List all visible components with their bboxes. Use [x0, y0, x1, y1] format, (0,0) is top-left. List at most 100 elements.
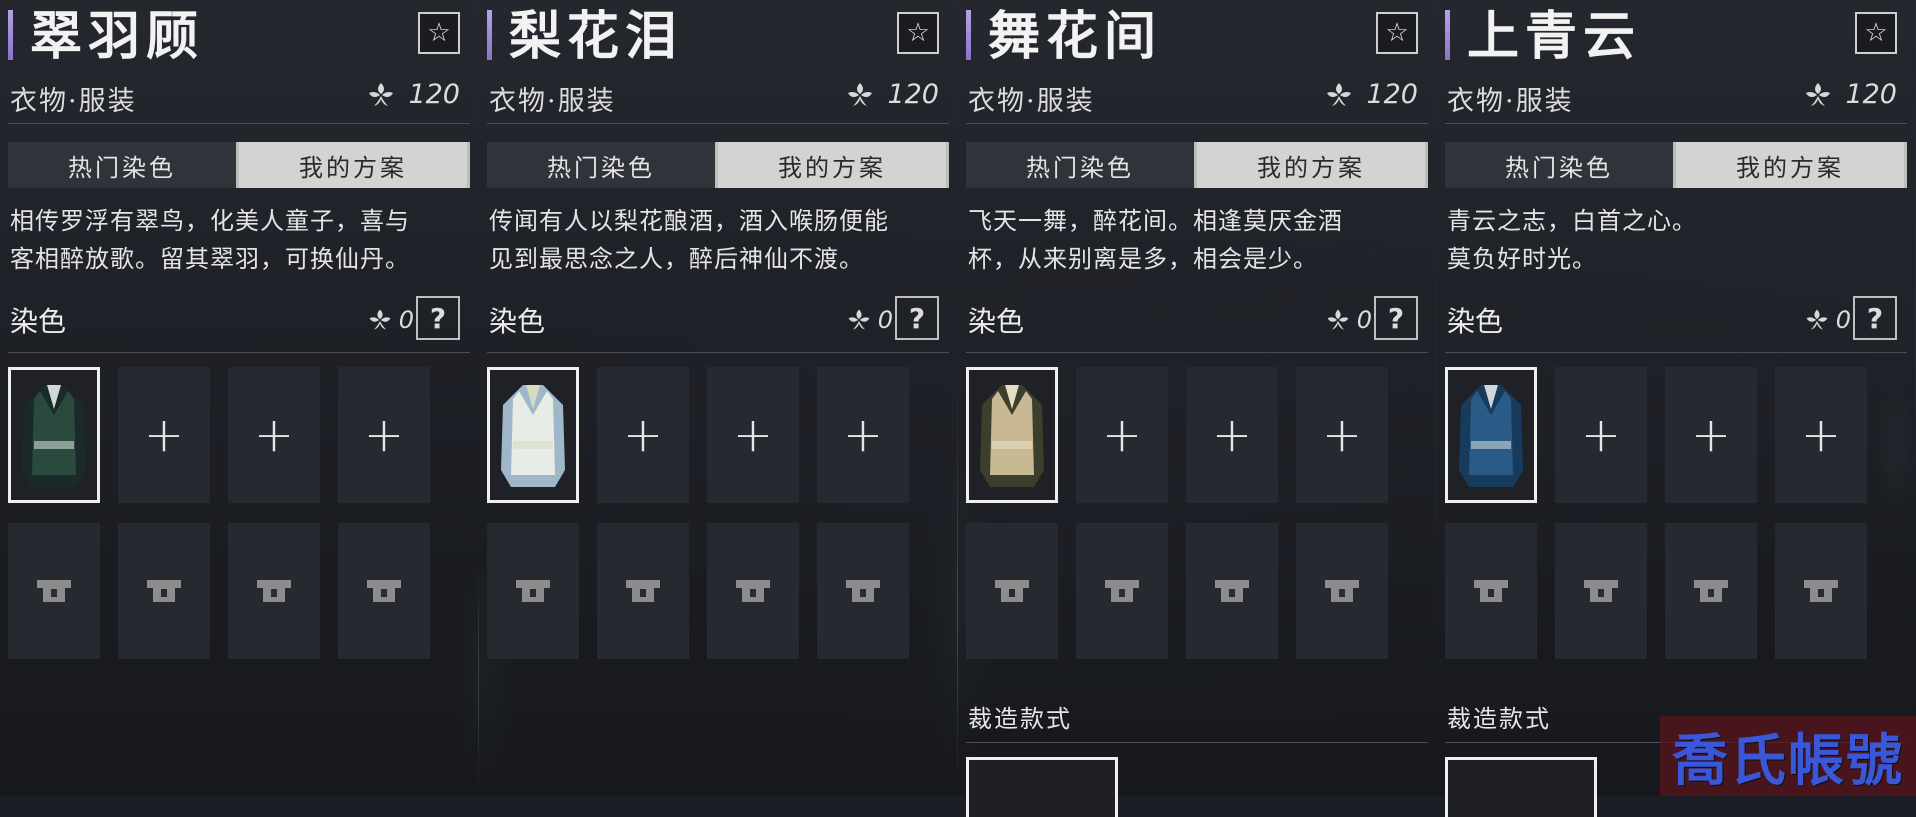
- dye-slot-locked[interactable]: [118, 523, 210, 659]
- favorite-button[interactable]: ☆: [1855, 12, 1897, 54]
- title-accent-bar: [8, 10, 13, 60]
- outfit-category: 衣物·服装: [968, 86, 1095, 117]
- tab-popular-dyes[interactable]: 热门染色: [8, 142, 236, 188]
- outfit-category: 衣物·服装: [489, 86, 616, 117]
- dye-slot-add[interactable]: +: [1665, 367, 1757, 503]
- dye-tabs: 热门染色 我的方案: [1445, 142, 1907, 188]
- dye-slot-current[interactable]: [8, 367, 100, 503]
- lock-icon: [1694, 580, 1728, 602]
- dye-slot-locked[interactable]: [817, 523, 909, 659]
- lock-icon: [1215, 580, 1249, 602]
- outfit-description: 飞天一舞，醉花间。相逢莫厌金酒 杯，从来别离是多，相会是少。: [966, 202, 1428, 292]
- dye-slot-locked[interactable]: [707, 523, 799, 659]
- dye-slot-add[interactable]: +: [1076, 367, 1168, 503]
- title-accent-bar: [1445, 10, 1450, 60]
- help-button[interactable]: ?: [895, 296, 939, 340]
- star-icon: ☆: [1385, 18, 1409, 48]
- dye-slot-locked[interactable]: [1775, 523, 1867, 659]
- dye-slot-locked[interactable]: [338, 523, 430, 659]
- tab-popular-dyes[interactable]: 热门染色: [1445, 142, 1673, 188]
- favorite-button[interactable]: ☆: [418, 12, 460, 54]
- divider: [966, 742, 1428, 743]
- outfit-description: 传闻有人以梨花酿酒，酒入喉肠便能 见到最思念之人，醉后神仙不渡。: [487, 202, 949, 292]
- plus-icon: +: [1211, 407, 1253, 463]
- dye-slot-grid: + + +: [1445, 367, 1907, 659]
- lock-icon: [147, 580, 181, 602]
- outfit-icon: [980, 385, 1044, 487]
- dye-slot-add[interactable]: +: [707, 367, 799, 503]
- dye-section-label: 染色: [489, 305, 546, 338]
- dye-slot-grid: + + +: [966, 367, 1428, 659]
- dye-slot-locked[interactable]: [1555, 523, 1647, 659]
- dye-count: 0: [1804, 306, 1851, 334]
- description-line: 传闻有人以梨花酿酒，酒入喉肠便能: [489, 207, 889, 235]
- dye-slot-locked[interactable]: [597, 523, 689, 659]
- dye-slot-current[interactable]: [1445, 367, 1537, 503]
- dye-slot-current[interactable]: [966, 367, 1058, 503]
- help-button[interactable]: ?: [416, 296, 460, 340]
- plus-icon: +: [1321, 407, 1363, 463]
- lock-icon: [995, 580, 1029, 602]
- dye-count: 0: [846, 306, 893, 334]
- tab-popular-dyes[interactable]: 热门染色: [966, 142, 1194, 188]
- dye-section-label: 染色: [10, 305, 67, 338]
- tab-my-schemes[interactable]: 我的方案: [1673, 142, 1907, 188]
- lock-icon: [1804, 580, 1838, 602]
- leaf-currency-icon: [1327, 82, 1352, 106]
- favorite-button[interactable]: ☆: [897, 12, 939, 54]
- dye-slot-add[interactable]: +: [1775, 367, 1867, 503]
- watermark-text: 喬氏帳號: [1672, 728, 1904, 794]
- dye-slot-locked[interactable]: [1445, 523, 1537, 659]
- dye-slot-add[interactable]: +: [597, 367, 689, 503]
- dye-slot-add[interactable]: +: [1186, 367, 1278, 503]
- watermark: 喬氏帳號: [1660, 716, 1916, 796]
- price: 120: [1324, 79, 1418, 110]
- tailor-style-thumbnail[interactable]: [966, 757, 1118, 817]
- tab-my-schemes[interactable]: 我的方案: [1194, 142, 1428, 188]
- outfit-panel: 舞花间 ☆ 衣物·服装 120 热门染色 我的方案 飞天一舞，醉花间。相逢莫厌金: [958, 0, 1436, 817]
- question-icon: ?: [1387, 301, 1405, 335]
- dye-count-value: 0: [398, 306, 414, 334]
- lock-icon: [1584, 580, 1618, 602]
- lock-icon: [516, 580, 550, 602]
- tab-my-schemes[interactable]: 我的方案: [236, 142, 470, 188]
- tab-my-schemes[interactable]: 我的方案: [715, 142, 949, 188]
- dye-slot-add[interactable]: +: [817, 367, 909, 503]
- lock-icon: [1325, 580, 1359, 602]
- price-value: 120: [1366, 79, 1418, 110]
- dye-slot-add[interactable]: +: [228, 367, 320, 503]
- help-button[interactable]: ?: [1853, 296, 1897, 340]
- description-line: 青云之志，白首之心。: [1447, 207, 1697, 235]
- lock-icon: [367, 580, 401, 602]
- outfit-icon: [501, 385, 565, 487]
- plus-icon: +: [363, 407, 405, 463]
- description-line: 相传罗浮有翠鸟，化美人童子，喜与: [10, 207, 410, 235]
- help-button[interactable]: ?: [1374, 296, 1418, 340]
- dye-slot-locked[interactable]: [1296, 523, 1388, 659]
- dye-slot-locked[interactable]: [966, 523, 1058, 659]
- description-line: 莫负好时光。: [1447, 245, 1597, 273]
- dye-count-value: 0: [877, 306, 893, 334]
- dye-slot-locked[interactable]: [1186, 523, 1278, 659]
- dye-slot-add[interactable]: +: [338, 367, 430, 503]
- outfit-category: 衣物·服装: [10, 86, 137, 117]
- dye-slot-add[interactable]: +: [1296, 367, 1388, 503]
- leaf-currency-icon: [1806, 82, 1831, 106]
- dye-slot-locked[interactable]: [1076, 523, 1168, 659]
- dye-slot-locked[interactable]: [487, 523, 579, 659]
- lock-icon: [626, 580, 660, 602]
- favorite-button[interactable]: ☆: [1376, 12, 1418, 54]
- dye-slot-locked[interactable]: [8, 523, 100, 659]
- leaf-currency-icon: [848, 309, 870, 330]
- dye-slot-current[interactable]: [487, 367, 579, 503]
- dye-slot-add[interactable]: +: [118, 367, 210, 503]
- outfit-panel: 翠羽顾 ☆ 衣物·服装 120 热门染色 我的方案 相传罗浮有翠鸟，化美人童子，: [0, 0, 478, 796]
- dye-slot-locked[interactable]: [1665, 523, 1757, 659]
- dye-slot-grid: + + +: [487, 367, 949, 659]
- title-accent-bar: [487, 10, 492, 60]
- tailor-style-thumbnail[interactable]: [1445, 757, 1597, 817]
- dye-slot-add[interactable]: +: [1555, 367, 1647, 503]
- star-icon: ☆: [1864, 18, 1888, 48]
- dye-slot-locked[interactable]: [228, 523, 320, 659]
- tab-popular-dyes[interactable]: 热门染色: [487, 142, 715, 188]
